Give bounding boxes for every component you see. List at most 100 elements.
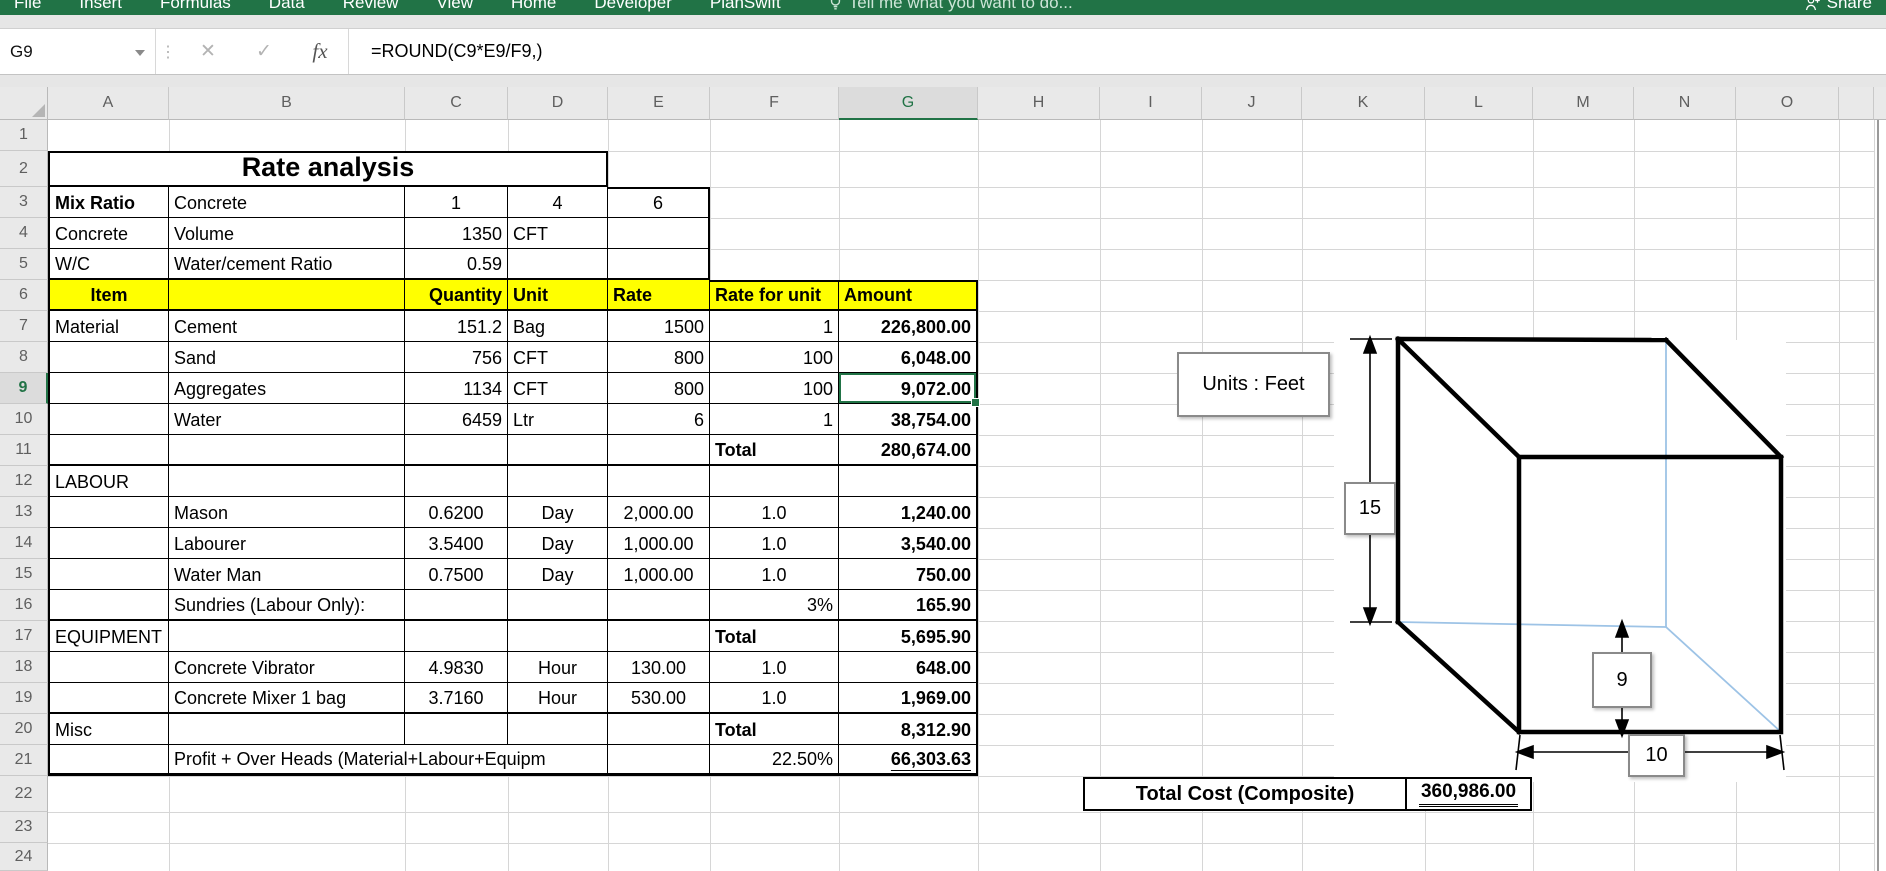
- cell-D20[interactable]: [508, 714, 608, 745]
- cell-B9[interactable]: Aggregates: [169, 373, 405, 404]
- cell-E6[interactable]: Rate: [608, 280, 710, 311]
- cell-C14[interactable]: 3.5400: [405, 528, 508, 559]
- column-header-L[interactable]: L: [1425, 87, 1533, 120]
- cell-C9[interactable]: 1134: [405, 373, 508, 404]
- tell-me-search[interactable]: Tell me what you want to do...: [829, 0, 1073, 13]
- cell-A17[interactable]: EQUIPMENT: [48, 621, 169, 652]
- cell-G10[interactable]: 38,754.00: [839, 404, 978, 435]
- cell-C12[interactable]: [405, 466, 508, 497]
- cell-D17[interactable]: [508, 621, 608, 652]
- row-header-18[interactable]: 18: [0, 652, 48, 683]
- cell-A20[interactable]: Misc: [48, 714, 169, 745]
- column-header-E[interactable]: E: [608, 87, 710, 120]
- cell-G13[interactable]: 1,240.00: [839, 497, 978, 528]
- cell-B21[interactable]: Profit + Over Heads (Material+Labour+Equ…: [169, 745, 608, 776]
- row-header-5[interactable]: 5: [0, 249, 48, 280]
- cancel-icon[interactable]: ✕: [180, 29, 236, 74]
- cell-B17[interactable]: [169, 621, 405, 652]
- cell-F16[interactable]: 3%: [710, 590, 839, 621]
- cell-C5[interactable]: 0.59: [405, 249, 508, 280]
- cell-A9[interactable]: [48, 373, 169, 404]
- cell-F15[interactable]: 1.0: [710, 559, 839, 590]
- cell-D3[interactable]: 4: [508, 187, 608, 218]
- cell-B19[interactable]: Concrete Mixer 1 bag: [169, 683, 405, 714]
- cell-C16[interactable]: [405, 590, 508, 621]
- cell-D19[interactable]: Hour: [508, 683, 608, 714]
- tab-planswift[interactable]: PlanSwift: [710, 0, 781, 13]
- column-header-K[interactable]: K: [1302, 87, 1425, 120]
- cell-G16[interactable]: 165.90: [839, 590, 978, 621]
- cell-G14[interactable]: 3,540.00: [839, 528, 978, 559]
- cell-D16[interactable]: [508, 590, 608, 621]
- cell-D10[interactable]: Ltr: [508, 404, 608, 435]
- cell-A6[interactable]: Item: [48, 280, 169, 311]
- cell-A10[interactable]: [48, 404, 169, 435]
- tab-review[interactable]: Review: [343, 0, 399, 13]
- cell-C13[interactable]: 0.6200: [405, 497, 508, 528]
- cell-D7[interactable]: Bag: [508, 311, 608, 342]
- cell-F13[interactable]: 1.0: [710, 497, 839, 528]
- cell-B15[interactable]: Water Man: [169, 559, 405, 590]
- cell-G6[interactable]: Amount: [839, 280, 978, 311]
- cell-C20[interactable]: [405, 714, 508, 745]
- row-header-13[interactable]: 13: [0, 497, 48, 528]
- cell-E9[interactable]: 800: [608, 373, 710, 404]
- column-header-C[interactable]: C: [405, 87, 508, 120]
- cell-A15[interactable]: [48, 559, 169, 590]
- row-header-8[interactable]: 8: [0, 342, 48, 373]
- cell-B20[interactable]: [169, 714, 405, 745]
- cell-C8[interactable]: 756: [405, 342, 508, 373]
- column-header-I[interactable]: I: [1100, 87, 1202, 120]
- cell-C3[interactable]: 1: [405, 187, 508, 218]
- cell-B10[interactable]: Water: [169, 404, 405, 435]
- cell-F7[interactable]: 1: [710, 311, 839, 342]
- cell-B7[interactable]: Cement: [169, 311, 405, 342]
- insert-function-icon[interactable]: fx: [292, 29, 349, 74]
- cell-E17[interactable]: [608, 621, 710, 652]
- enter-icon[interactable]: ✓: [236, 29, 292, 74]
- cell-A19[interactable]: [48, 683, 169, 714]
- total-cost-value-cell[interactable]: 360,986.00: [1407, 779, 1530, 809]
- tab-data[interactable]: Data: [269, 0, 305, 13]
- cell-C7[interactable]: 151.2: [405, 311, 508, 342]
- cell-E18[interactable]: 130.00: [608, 652, 710, 683]
- cell-A4[interactable]: Concrete: [48, 218, 169, 249]
- total-cost-label-cell[interactable]: Total Cost (Composite): [1085, 779, 1407, 809]
- cell-F17[interactable]: Total: [710, 621, 839, 652]
- row-header-24[interactable]: 24: [0, 843, 48, 871]
- tab-view[interactable]: View: [436, 0, 473, 13]
- cell-E4[interactable]: [608, 218, 710, 249]
- cell-G15[interactable]: 750.00: [839, 559, 978, 590]
- cell-G12[interactable]: [839, 466, 978, 497]
- tab-insert[interactable]: Insert: [79, 0, 122, 13]
- cell-F18[interactable]: 1.0: [710, 652, 839, 683]
- cell-A3[interactable]: Mix Ratio: [48, 187, 169, 218]
- dim-10-box[interactable]: 10: [1628, 734, 1685, 777]
- cell-B5[interactable]: Water/cement Ratio: [169, 249, 405, 280]
- cell-B18[interactable]: Concrete Vibrator: [169, 652, 405, 683]
- cell-G19[interactable]: 1,969.00: [839, 683, 978, 714]
- cell-D18[interactable]: Hour: [508, 652, 608, 683]
- column-header-O[interactable]: O: [1736, 87, 1839, 120]
- column-header-M[interactable]: M: [1533, 87, 1634, 120]
- column-header-partial[interactable]: [1839, 87, 1874, 120]
- cell-B16[interactable]: Sundries (Labour Only):: [169, 590, 405, 621]
- cell-D11[interactable]: [508, 435, 608, 466]
- cell-E8[interactable]: 800: [608, 342, 710, 373]
- cell-G7[interactable]: 226,800.00: [839, 311, 978, 342]
- row-header-20[interactable]: 20: [0, 714, 48, 745]
- cell-E12[interactable]: [608, 466, 710, 497]
- column-header-H[interactable]: H: [978, 87, 1100, 120]
- cell-E14[interactable]: 1,000.00: [608, 528, 710, 559]
- cell-C6[interactable]: Quantity: [405, 280, 508, 311]
- cell-B11[interactable]: [169, 435, 405, 466]
- cell-E10[interactable]: 6: [608, 404, 710, 435]
- cell-E11[interactable]: [608, 435, 710, 466]
- cell-A18[interactable]: [48, 652, 169, 683]
- cell-G8[interactable]: 6,048.00: [839, 342, 978, 373]
- tab-formulas[interactable]: Formulas: [160, 0, 231, 13]
- row-header-22[interactable]: 22: [0, 776, 48, 812]
- row-header-12[interactable]: 12: [0, 466, 48, 497]
- cell-G21[interactable]: 66,303.63: [839, 745, 978, 776]
- cell-A2[interactable]: Rate analysis: [48, 151, 608, 187]
